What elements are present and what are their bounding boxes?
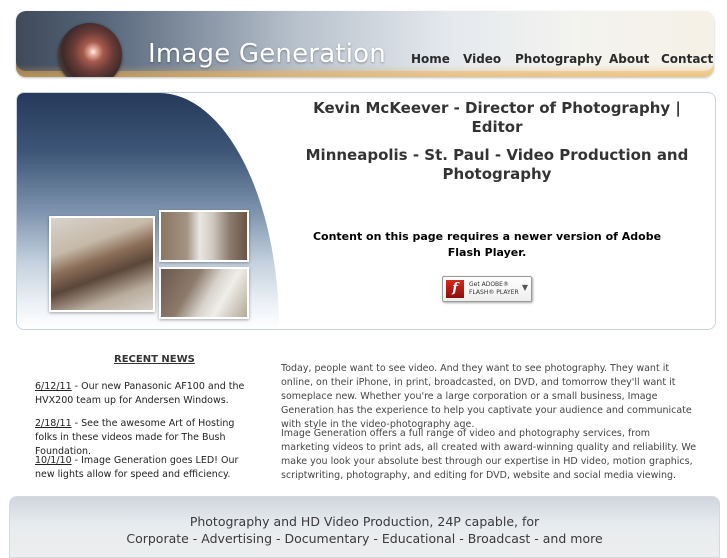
news-item: 10/1/10 - Image Generation goes LED! Our… — [35, 454, 257, 482]
news-date-link[interactable]: 6/12/11 — [35, 381, 72, 392]
main-nav: Home Video Photography About Contact — [0, 52, 727, 68]
news-date-link[interactable]: 2/18/11 — [35, 418, 72, 429]
flash-required-notice: Content on this page requires a newer ve… — [312, 230, 662, 259]
hero-panel: Kevin McKeever - Director of Photography… — [16, 92, 716, 330]
footer-tagline-2: Corporate - Advertising - Documentary - … — [126, 531, 603, 546]
footer-banner: Photography and HD Video Production, 24P… — [9, 496, 720, 558]
news-item: 6/12/11 - Our new Panasonic AF100 and th… — [35, 380, 257, 408]
news-item: 2/18/11 - See the awesome Art of Hosting… — [35, 417, 257, 459]
news-date-link[interactable]: 10/1/10 — [35, 455, 72, 466]
photo-presenter — [49, 216, 155, 312]
flash-badge-line1: Get ADOBE® — [469, 281, 509, 288]
photo-product-demo — [159, 267, 249, 319]
nav-item-contact[interactable]: Contact — [661, 52, 713, 66]
photo-window-install — [159, 210, 249, 262]
footer-tagline-1: Photography and HD Video Production, 24P… — [189, 514, 540, 529]
camera-lens-icon[interactable] — [58, 23, 122, 77]
flash-badge-line2: FLASH® PLAYER — [469, 289, 519, 296]
nav-item-about[interactable]: About — [609, 52, 649, 66]
nav-item-home[interactable]: Home — [411, 52, 450, 66]
hero-gradient-panel — [17, 93, 279, 329]
adobe-flash-icon: f — [446, 280, 464, 298]
get-flash-player-button[interactable]: f Get ADOBE® FLASH® PLAYER ▼ — [442, 276, 532, 302]
intro-paragraph-1: Today, people want to see video. And the… — [281, 363, 692, 430]
page-subtitle: Minneapolis - St. Paul - Video Productio… — [305, 146, 689, 183]
intro-paragraph-2: Image Generation offers a full range of … — [281, 428, 697, 481]
arrow-down-icon: ▼ — [521, 283, 528, 292]
nav-item-video[interactable]: Video — [463, 52, 501, 66]
page-title: Kevin McKeever - Director of Photography… — [313, 99, 681, 136]
nav-item-photography[interactable]: Photography — [515, 52, 602, 66]
recent-news-heading[interactable]: RECENT NEWS — [114, 354, 195, 365]
